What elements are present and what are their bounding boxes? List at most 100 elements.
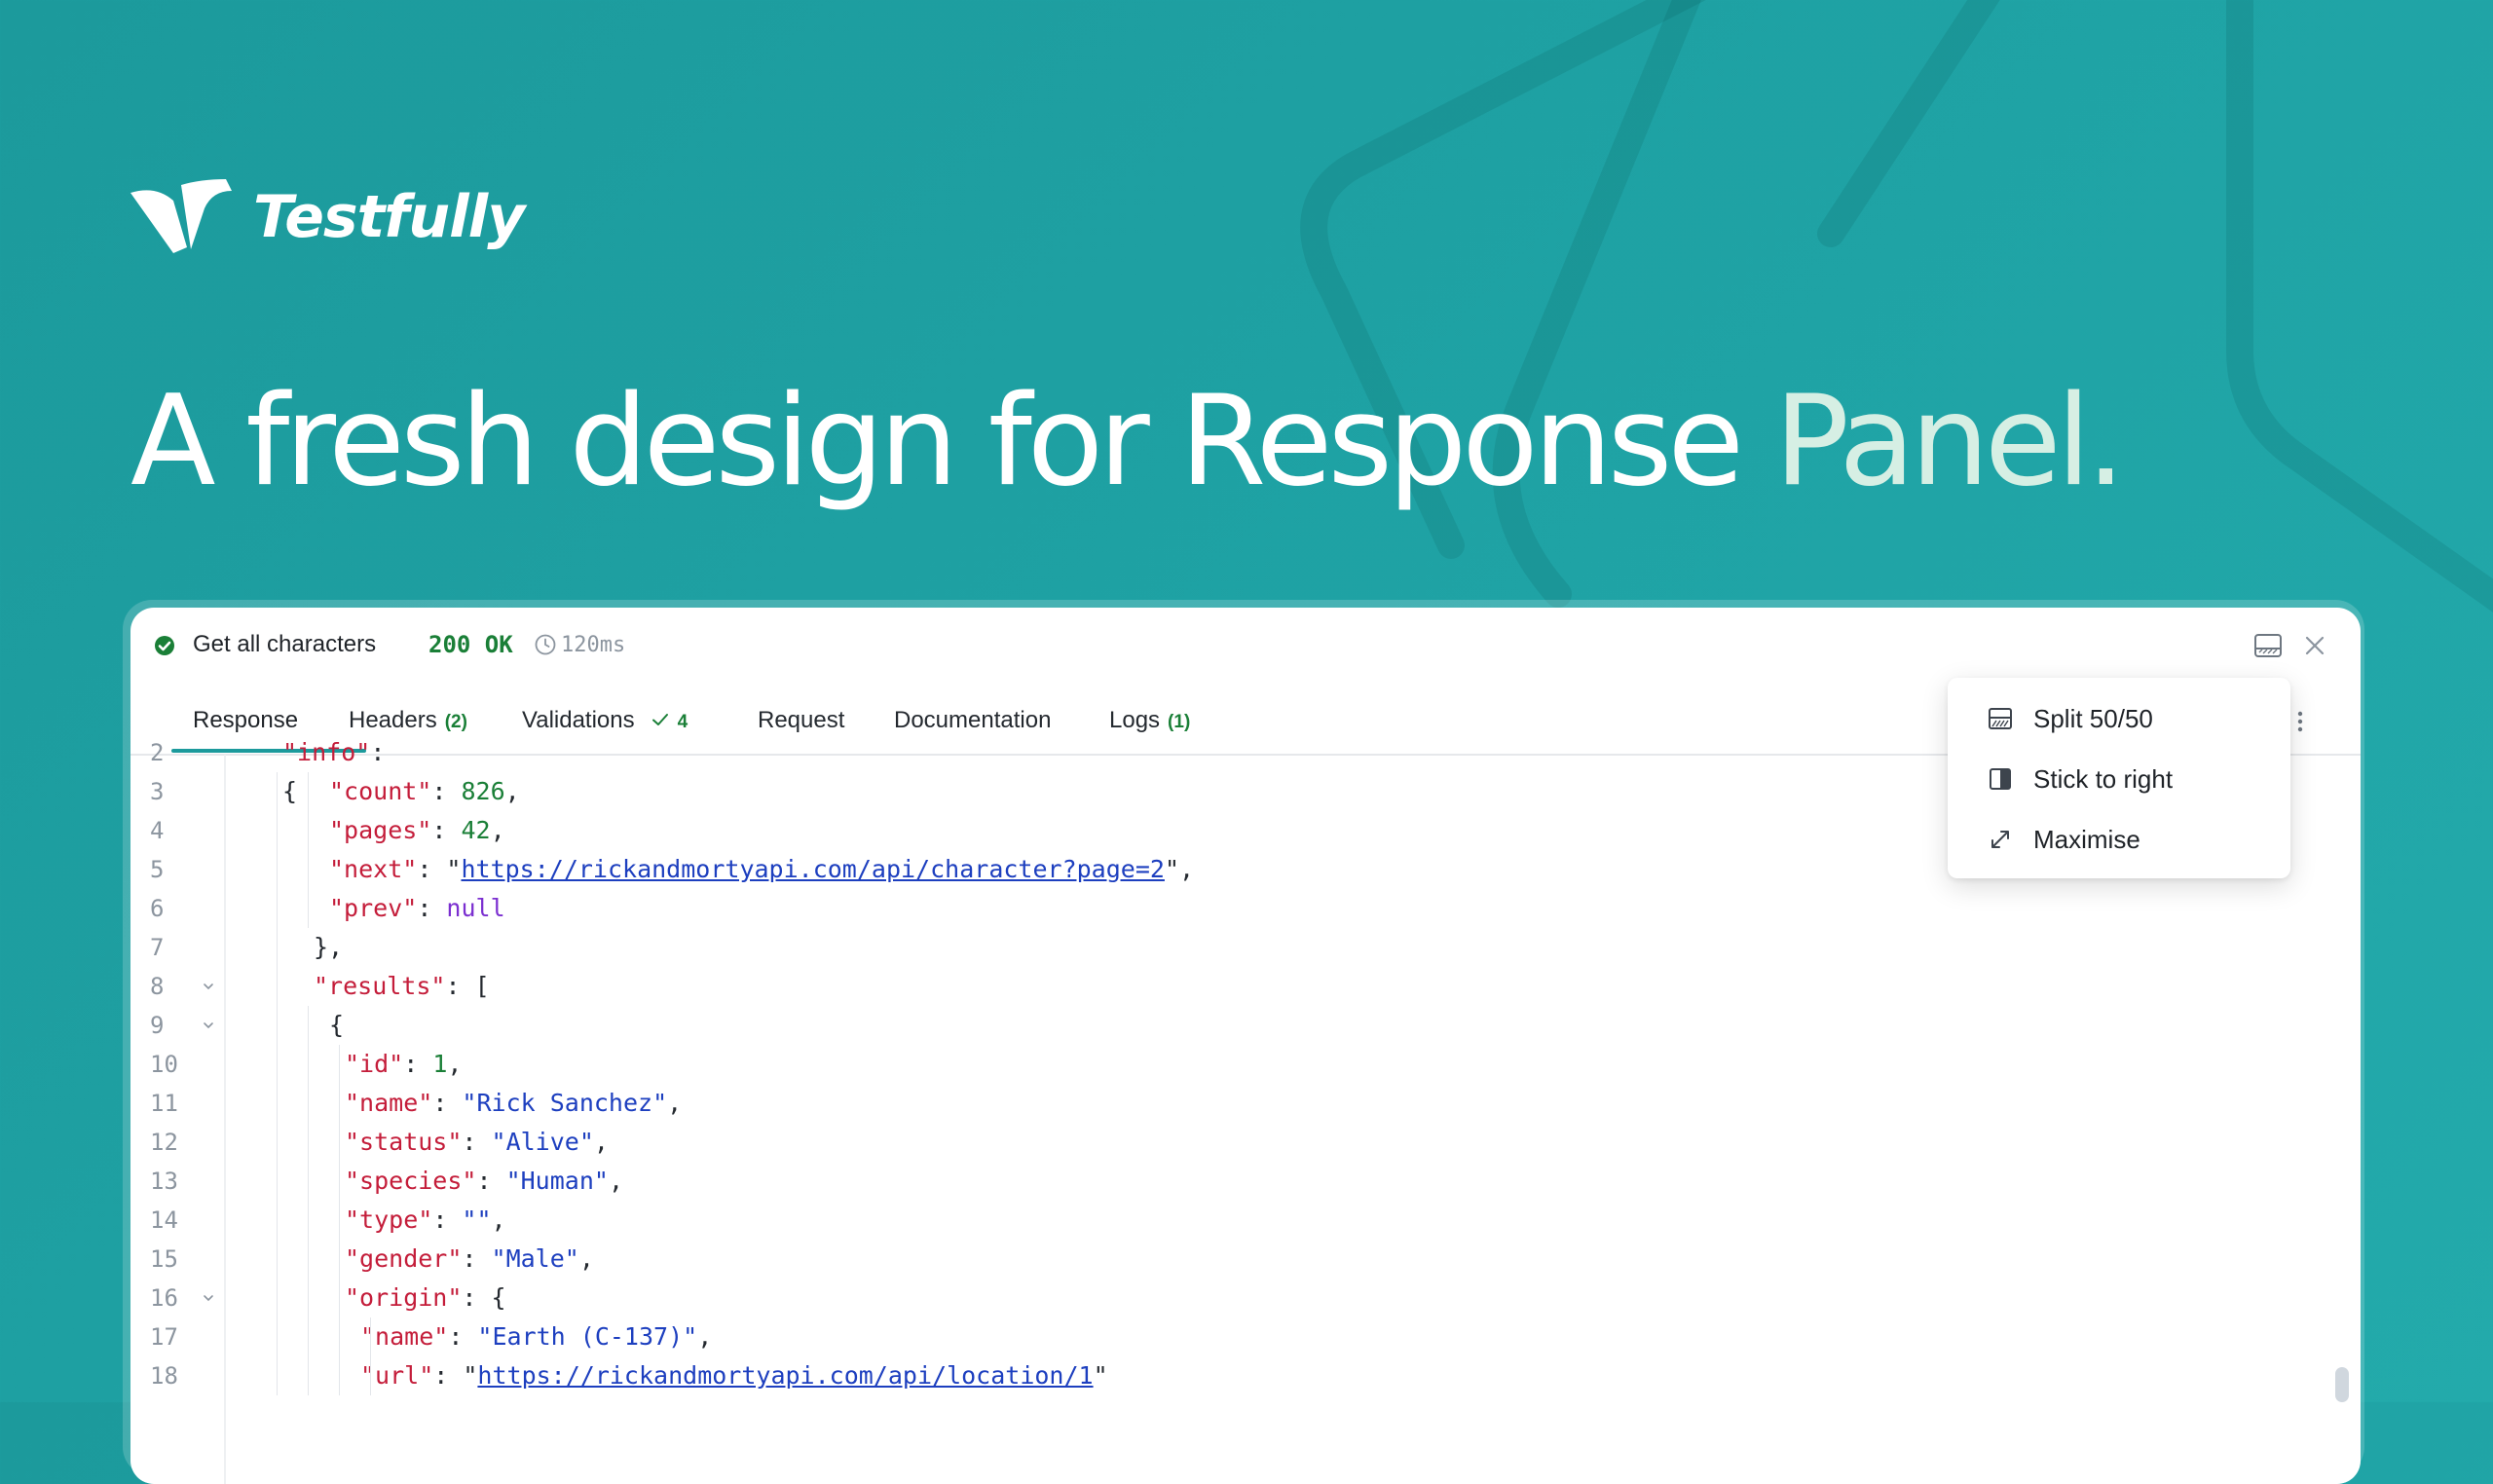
json-key: "pages" [329,816,432,844]
json-null: null [446,894,505,922]
menu-item-maximise[interactable]: Maximise [1948,812,2290,867]
json-punct: { [491,1283,506,1312]
json-punct: : [431,777,462,805]
json-punct: : [403,1050,433,1078]
json-punct: : [431,816,462,844]
json-url-link[interactable]: https://rickandmortyapi.com/api/location… [477,1361,1093,1390]
indent-guide [277,772,278,811]
json-punct: ", [1164,855,1195,883]
editor-scrollbar[interactable] [2335,1367,2349,1402]
tab-documentation[interactable]: Documentation [894,707,1051,734]
tab-logs[interactable]: Logs (1) [1109,707,1190,734]
headline-fade: Panel. [1739,369,2126,514]
tab-headers[interactable]: Headers (2) [349,707,467,734]
indent-guide [277,1240,278,1279]
indent-guide [277,1201,278,1240]
code-content: "name": "Rick Sanchez", [345,1084,682,1123]
json-string: "Male" [491,1244,579,1273]
fold-chevron-icon[interactable] [201,1290,216,1306]
json-key: "next" [329,855,418,883]
close-icon[interactable] [2302,633,2327,658]
indent-guide [308,1084,309,1123]
line-number: 13 [150,1168,178,1195]
line-number: 14 [150,1206,178,1234]
json-key: "species" [345,1167,477,1195]
code-content: "gender": "Male", [345,1240,594,1279]
code-content: "results": [ [314,967,490,1006]
fold-chevron-icon[interactable] [201,1018,216,1033]
json-punct: , [490,816,505,844]
indent-guide [277,1084,278,1123]
json-string: "Rick Sanchez" [462,1089,668,1117]
indent-guide [277,1356,278,1395]
more-options-icon[interactable] [2294,709,2306,734]
line-number: 8 [150,973,165,1000]
fold-chevron-icon[interactable] [201,979,216,994]
clock-icon [535,634,556,655]
json-key: "count" [329,777,432,805]
json-url-link[interactable]: https://rickandmortyapi.com/api/characte… [461,855,1164,883]
json-key: "id" [345,1050,404,1078]
json-key: "results" [314,972,446,1000]
json-punct: " [1093,1361,1108,1390]
indent-guide [339,1356,340,1395]
json-key: "status" [345,1128,463,1156]
page-headline: A fresh design for Response Panel. [130,380,2126,504]
indent-guide [339,1084,340,1123]
indent-guide [339,1240,340,1279]
code-content: "name": "Earth (C-137)", [360,1317,712,1356]
json-string: "Alive" [491,1128,594,1156]
line-number: 15 [150,1245,178,1273]
line-number: 12 [150,1129,178,1156]
status-badge: 200 OK [428,631,513,658]
indent-guide [308,772,309,811]
validations-count-badge: 4 [677,712,688,732]
json-punct: , [667,1089,683,1117]
indent-guide [308,1356,309,1395]
line-number: 16 [150,1284,178,1312]
tab-response[interactable]: Response [193,707,298,734]
indent-guide [277,1279,278,1317]
code-content: "next": "https://rickandmortyapi.com/api… [329,850,1194,889]
indent-guide [277,1317,278,1356]
line-number: 11 [150,1090,178,1117]
indent-guide [277,967,278,1006]
json-key: "origin" [345,1283,463,1312]
menu-item-split[interactable]: Split 50/50 [1948,691,2290,746]
json-key: "gender" [345,1244,463,1273]
tab-request[interactable]: Request [758,707,844,734]
json-punct: : [448,1322,478,1351]
json-punct: , [491,1206,506,1234]
indent-guide [370,1356,371,1395]
json-key: "name" [360,1322,449,1351]
json-string: "Earth (C-137)" [477,1322,698,1351]
json-punct: : [445,972,475,1000]
json-punct: : [462,1128,492,1156]
indent-guide [277,928,278,967]
line-number: 18 [150,1362,178,1390]
json-string: "" [462,1206,492,1234]
panel-layout-icon[interactable] [2253,633,2283,658]
tab-validations[interactable]: Validations 4 [522,707,688,734]
indent-guide [308,889,309,928]
code-content: "prev": null [329,889,505,928]
layout-menu: Split 50/50 Stick to right Maximise [1948,678,2290,878]
indent-guide [277,811,278,850]
json-punct: : [476,1167,506,1195]
indent-guide [308,850,309,889]
code-content: "type": "", [345,1201,506,1240]
indent-guide [277,1006,278,1045]
success-check-icon [155,636,174,655]
json-punct: , [578,1244,594,1273]
json-punct: , [504,777,520,805]
headers-count-badge: (2) [444,712,467,732]
json-key: "type" [345,1206,433,1234]
menu-item-stick-right[interactable]: Stick to right [1948,752,2290,806]
json-key: "name" [345,1089,433,1117]
request-name: Get all characters [193,631,377,657]
json-number: 42 [461,816,491,844]
json-punct: : [432,1206,463,1234]
indent-guide [308,1045,309,1084]
json-number: 1 [432,1050,448,1078]
code-content: { [329,1006,344,1045]
